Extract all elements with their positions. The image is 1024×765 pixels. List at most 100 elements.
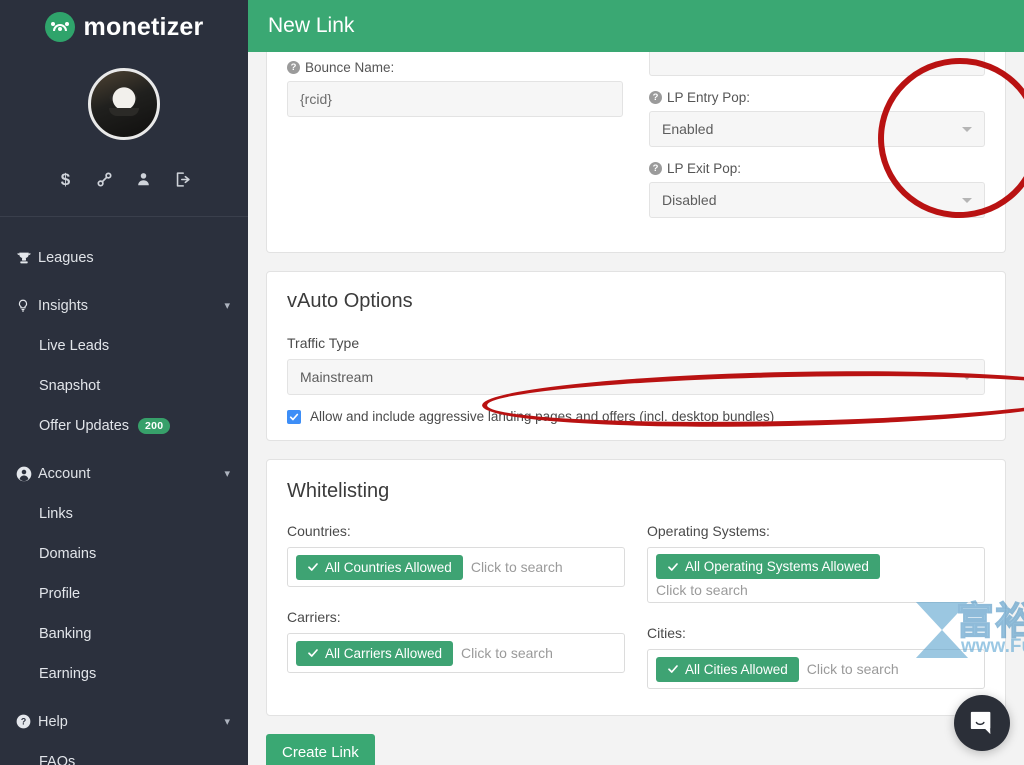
lp-exit-pop-label: LP Exit Pop: bbox=[667, 161, 742, 176]
lp-entry-pop-select[interactable]: Enabled bbox=[649, 111, 985, 147]
user-circle-icon bbox=[16, 466, 38, 482]
bounce-name-input[interactable]: {rcid} bbox=[287, 81, 623, 117]
sidebar-item-label: Profile bbox=[39, 586, 81, 602]
page-header: New Link bbox=[248, 0, 1024, 52]
cities-label: Cities: bbox=[647, 625, 686, 641]
bounce-name-group: ? Bounce Name: {rcid} bbox=[287, 60, 623, 232]
whitelisting-right-column: Operating Systems: All Operating Systems… bbox=[647, 523, 985, 707]
sidebar-item-offer-updates[interactable]: Offer Updates 200 bbox=[0, 409, 248, 443]
carriers-tagfield[interactable]: All Carriers Allowed Click to search bbox=[287, 633, 625, 673]
link-settings-card: ? Bounce Name: {rcid} ? LP Entry Pop: En… bbox=[266, 40, 1006, 253]
cities-tagfield[interactable]: All Cities Allowed Click to search bbox=[647, 649, 985, 689]
lightbulb-icon bbox=[16, 297, 38, 314]
link-icon[interactable] bbox=[96, 170, 114, 188]
user-icon[interactable] bbox=[135, 170, 153, 188]
bounce-name-label-row: ? Bounce Name: bbox=[287, 60, 623, 75]
sidebar-item-label: Snapshot bbox=[39, 378, 101, 394]
help-icon[interactable]: ? bbox=[649, 91, 662, 104]
sidebar-item-profile[interactable]: Profile bbox=[0, 577, 248, 611]
sidebar-item-label: Earnings bbox=[39, 666, 97, 682]
traffic-type-value: Mainstream bbox=[300, 369, 374, 385]
bounce-name-value: {rcid} bbox=[300, 91, 332, 107]
main-content: New Link ? Bounce Name: {rcid} ? LP Entr… bbox=[248, 0, 1024, 765]
operating-systems-tag[interactable]: All Operating Systems Allowed bbox=[656, 554, 880, 579]
whitelisting-left-column: Countries: All Countries Allowed Click t… bbox=[287, 523, 625, 707]
sidebar-item-label: Insights bbox=[38, 297, 88, 314]
sidebar-item-leagues[interactable]: Leagues bbox=[0, 240, 248, 275]
operating-systems-label: Operating Systems: bbox=[647, 523, 770, 539]
operating-systems-search-placeholder: Click to search bbox=[656, 582, 748, 598]
sidebar-item-label: Domains bbox=[39, 546, 97, 562]
sidebar-nav: Leagues Insights ▾ Live Leads Snapshot O… bbox=[0, 217, 248, 765]
question-circle-icon: ? bbox=[16, 714, 38, 729]
form-scroll-area: ? Bounce Name: {rcid} ? LP Entry Pop: En… bbox=[248, 40, 1024, 765]
sidebar-item-label: Leagues bbox=[38, 249, 94, 266]
cities-search-placeholder: Click to search bbox=[806, 661, 899, 677]
countries-tag[interactable]: All Countries Allowed bbox=[296, 554, 463, 580]
sidebar-item-account[interactable]: Account ▾ bbox=[0, 456, 248, 491]
offer-updates-badge: 200 bbox=[138, 418, 171, 434]
chevron-down-icon: ▾ bbox=[224, 468, 230, 480]
brand[interactable]: monetizer bbox=[0, 0, 248, 48]
chevron-down-icon bbox=[962, 374, 972, 380]
sidebar-item-label: Offer Updates bbox=[39, 418, 130, 434]
sidebar-item-label: Links bbox=[39, 506, 73, 522]
monetizer-logo-icon bbox=[44, 12, 75, 42]
pop-settings-group: ? LP Entry Pop: Enabled ? LP Exit Pop: D… bbox=[649, 40, 985, 232]
sidebar-item-earnings[interactable]: Earnings bbox=[0, 657, 248, 691]
sidebar-item-snapshot[interactable]: Snapshot bbox=[0, 369, 248, 403]
cities-tag-label: All Cities Allowed bbox=[685, 661, 788, 677]
sidebar-item-live-leads[interactable]: Live Leads bbox=[0, 329, 248, 363]
quick-actions: $ bbox=[0, 170, 248, 188]
chevron-down-icon: ▾ bbox=[224, 300, 230, 312]
create-link-button[interactable]: Create Link bbox=[266, 734, 375, 765]
traffic-type-select[interactable]: Mainstream bbox=[287, 359, 985, 395]
chevron-down-icon bbox=[962, 126, 972, 132]
lp-entry-pop-value: Enabled bbox=[662, 121, 714, 137]
sidebar-item-domains[interactable]: Domains bbox=[0, 537, 248, 571]
lp-exit-pop-select[interactable]: Disabled bbox=[649, 182, 985, 218]
trophy-icon bbox=[16, 250, 38, 266]
lp-entry-pop-label-row: ? LP Entry Pop: bbox=[649, 90, 985, 105]
sidebar-item-label: Account bbox=[38, 465, 91, 482]
whitelisting-title: Whitelisting bbox=[287, 480, 390, 502]
lp-exit-pop-value: Disabled bbox=[662, 192, 717, 208]
lp-entry-pop-label: LP Entry Pop: bbox=[667, 90, 751, 105]
vauto-title: vAuto Options bbox=[287, 290, 413, 312]
aggressive-checkbox-label: Allow and include aggressive landing pag… bbox=[310, 409, 775, 424]
sidebar-item-help[interactable]: ? Help ▾ bbox=[0, 704, 248, 739]
countries-tag-label: All Countries Allowed bbox=[325, 559, 452, 575]
operating-systems-tag-label: All Operating Systems Allowed bbox=[685, 559, 869, 574]
sidebar-item-label: Help bbox=[38, 713, 68, 730]
help-icon[interactable]: ? bbox=[649, 162, 662, 175]
avatar[interactable] bbox=[88, 68, 160, 140]
carriers-tag-label: All Carriers Allowed bbox=[325, 645, 443, 661]
whitelisting-card: Whitelisting Countries: All Countries Al… bbox=[266, 459, 1006, 716]
avatar-wrap bbox=[0, 68, 248, 140]
countries-label: Countries: bbox=[287, 523, 351, 539]
carriers-tag[interactable]: All Carriers Allowed bbox=[296, 640, 454, 666]
cities-tag[interactable]: All Cities Allowed bbox=[656, 656, 799, 682]
app-root: monetizer $ Leagues Insights ▾ Live Lead… bbox=[0, 0, 1024, 765]
help-icon[interactable]: ? bbox=[287, 61, 300, 74]
countries-search-placeholder: Click to search bbox=[470, 559, 563, 575]
sidebar-item-banking[interactable]: Banking bbox=[0, 617, 248, 651]
lp-exit-pop-label-row: ? LP Exit Pop: bbox=[649, 161, 985, 176]
dollar-icon[interactable]: $ bbox=[57, 170, 75, 188]
sign-out-icon[interactable] bbox=[174, 170, 192, 188]
carriers-label: Carriers: bbox=[287, 609, 341, 625]
aggressive-checkbox-row[interactable]: Allow and include aggressive landing pag… bbox=[287, 409, 985, 424]
sidebar-item-label: Live Leads bbox=[39, 338, 110, 354]
vauto-options-card: vAuto Options Traffic Type Mainstream Al… bbox=[266, 271, 1006, 441]
chevron-down-icon: ▾ bbox=[224, 716, 230, 728]
bounce-name-label: Bounce Name: bbox=[305, 60, 395, 75]
sidebar-item-faqs[interactable]: FAQs bbox=[0, 745, 248, 765]
operating-systems-tagfield[interactable]: All Operating Systems Allowed Click to s… bbox=[647, 547, 985, 603]
sidebar-item-insights[interactable]: Insights ▾ bbox=[0, 288, 248, 323]
aggressive-checkbox[interactable] bbox=[287, 409, 301, 424]
countries-tagfield[interactable]: All Countries Allowed Click to search bbox=[287, 547, 625, 587]
intercom-launcher[interactable] bbox=[954, 695, 1010, 751]
traffic-type-label: Traffic Type bbox=[287, 335, 360, 351]
page-title: New Link bbox=[268, 14, 355, 37]
sidebar-item-links[interactable]: Links bbox=[0, 497, 248, 531]
